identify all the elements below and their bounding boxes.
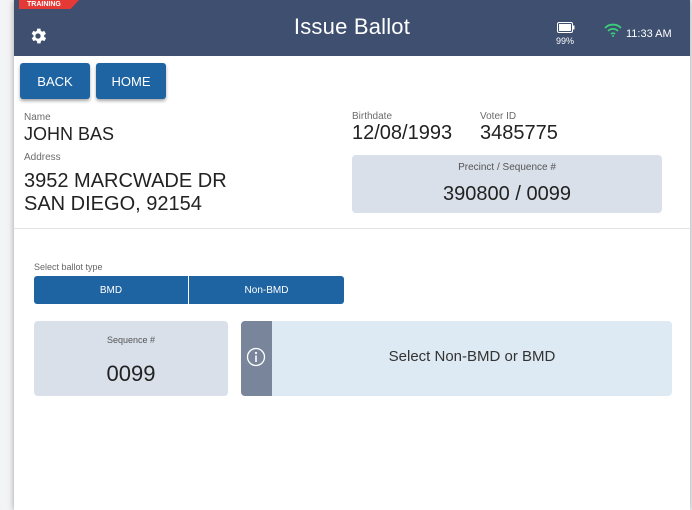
sequence-card: Sequence # 0099 (34, 321, 228, 396)
battery-percent: 99% (556, 36, 575, 46)
battery-icon (557, 22, 575, 33)
app-window: TRAINING Issue Ballot 99% 11:33 AM BACK … (14, 0, 690, 510)
page-title: Issue Ballot (293, 14, 411, 39)
address-line-1: 3952 MARCWADE DR (24, 170, 227, 192)
info-message-card: Select Non-BMD or BMD (241, 321, 672, 396)
clock-time: 11:33 AM (626, 28, 672, 40)
info-message: Select Non-BMD or BMD (388, 348, 556, 365)
address-label: Address (24, 152, 61, 163)
voter-id-label: Voter ID (480, 111, 517, 122)
non-bmd-option-button[interactable]: Non-BMD (189, 276, 344, 304)
precinct-value: 390800 / 0099 (443, 183, 571, 205)
sequence-label: Sequence # (106, 335, 156, 345)
sequence-value: 0099 (106, 361, 156, 386)
ballot-type-label: Select ballot type (34, 262, 103, 272)
back-button[interactable]: BACK (20, 63, 90, 99)
info-strip (241, 321, 272, 396)
voter-id-value: 3485775 (480, 122, 558, 144)
precinct-label: Precinct / Sequence # (458, 162, 556, 173)
info-icon (246, 347, 266, 367)
bmd-option-button[interactable]: BMD (34, 276, 188, 304)
birthdate-value: 12/08/1993 (352, 122, 453, 144)
top-bar: TRAINING Issue Ballot 99% 11:33 AM (14, 0, 690, 56)
name-label: Name (24, 112, 51, 123)
voter-name: JOHN BAS (24, 124, 115, 144)
precinct-card: Precinct / Sequence # 390800 / 0099 (352, 155, 662, 213)
section-divider (14, 228, 690, 229)
birthdate-label: Birthdate (352, 111, 393, 122)
wifi-icon (604, 23, 622, 37)
training-badge: TRAINING (19, 0, 79, 9)
home-button[interactable]: HOME (96, 63, 166, 99)
address-line-2: SAN DIEGO, 92154 (24, 193, 202, 215)
